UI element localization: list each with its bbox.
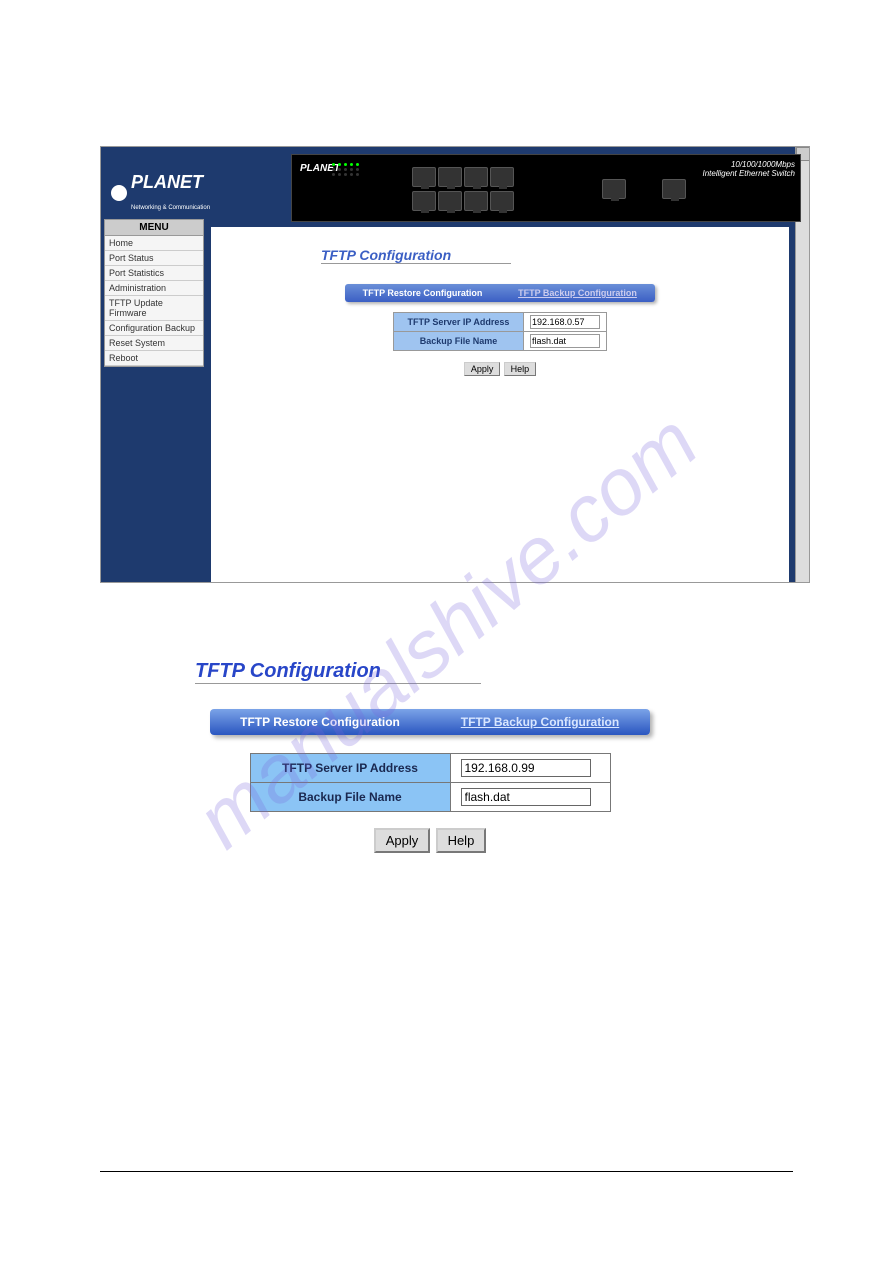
tab-backup[interactable]: TFTP Backup Configuration [500,284,655,302]
detail-tab-restore[interactable]: TFTP Restore Configuration [210,709,430,735]
button-row: Apply Help [345,361,655,376]
page-title: TFTP Configuration [321,247,511,264]
detail-row-ip: TFTP Server IP Address [250,754,610,783]
detail-button-row: Apply Help [195,828,665,853]
menu-item-home[interactable]: Home [105,236,203,251]
rj45-port-icon [464,191,488,211]
detail-tab-backup[interactable]: TFTP Backup Configuration [430,709,650,735]
input-ip[interactable] [530,315,600,329]
banner-model-text: 10/100/1000Mbps Intelligent Ethernet Swi… [703,160,796,178]
sidebar-menu: MENU Home Port Status Port Statistics Ad… [104,219,204,367]
rj45-port-icon [490,191,514,211]
detail-input-filename[interactable] [461,788,591,806]
apply-button[interactable]: Apply [464,362,501,376]
rj45-port-icon [438,167,462,187]
menu-item-tftp-update-firmware[interactable]: TFTP Update Firmware [105,296,203,321]
logo-brand: PLANET [131,172,203,192]
device-banner: PLANET [291,154,801,222]
row-ip: TFTP Server IP Address [394,313,607,332]
sidebar-logo: PLANET Networking & Communication [111,172,210,214]
detail-label-ip: TFTP Server IP Address [250,754,450,783]
content-area: TFTP Configuration TFTP Restore Configur… [211,227,789,582]
tab-restore[interactable]: TFTP Restore Configuration [345,284,500,302]
row-filename: Backup File Name [394,332,607,351]
menu-item-port-statistics[interactable]: Port Statistics [105,266,203,281]
input-filename[interactable] [530,334,600,348]
menu-item-administration[interactable]: Administration [105,281,203,296]
detail-config-form: TFTP Server IP Address Backup File Name [250,753,611,812]
globe-icon [111,185,127,201]
menu-item-reset-system[interactable]: Reset System [105,336,203,351]
detail-label-filename: Backup File Name [250,783,450,812]
rj45-port-icon [464,167,488,187]
detail-apply-button[interactable]: Apply [374,828,431,853]
logo-tagline: Networking & Communication [131,205,210,211]
menu-item-reboot[interactable]: Reboot [105,351,203,366]
detail-help-button[interactable]: Help [436,828,487,853]
tab-bar: TFTP Restore Configuration TFTP Backup C… [345,284,655,302]
menu-item-configuration-backup[interactable]: Configuration Backup [105,321,203,336]
banner-speed-text: 10/100/1000Mbps [703,160,796,169]
screenshot-1: PLANET [100,146,810,583]
detail-tab-bar: TFTP Restore Configuration TFTP Backup C… [210,709,650,735]
menu-header: MENU [105,220,203,236]
rj45-port-icon [412,167,436,187]
menu-item-port-status[interactable]: Port Status [105,251,203,266]
detail-row-filename: Backup File Name [250,783,610,812]
rj45-port-icon [602,179,626,199]
detail-input-ip[interactable] [461,759,591,777]
footer-divider [100,1171,793,1172]
config-form: TFTP Server IP Address Backup File Name [393,312,607,351]
rj45-port-icon [490,167,514,187]
rj45-port-icon [438,191,462,211]
label-filename: Backup File Name [394,332,524,351]
label-ip: TFTP Server IP Address [394,313,524,332]
figure-detail: TFTP Configuration TFTP Restore Configur… [195,660,665,853]
help-button[interactable]: Help [504,362,537,376]
detail-title: TFTP Configuration [195,660,481,684]
rj45-port-icon [662,179,686,199]
banner-desc-text: Intelligent Ethernet Switch [703,169,796,178]
rj45-port-icon [412,191,436,211]
led-panel [332,163,359,176]
